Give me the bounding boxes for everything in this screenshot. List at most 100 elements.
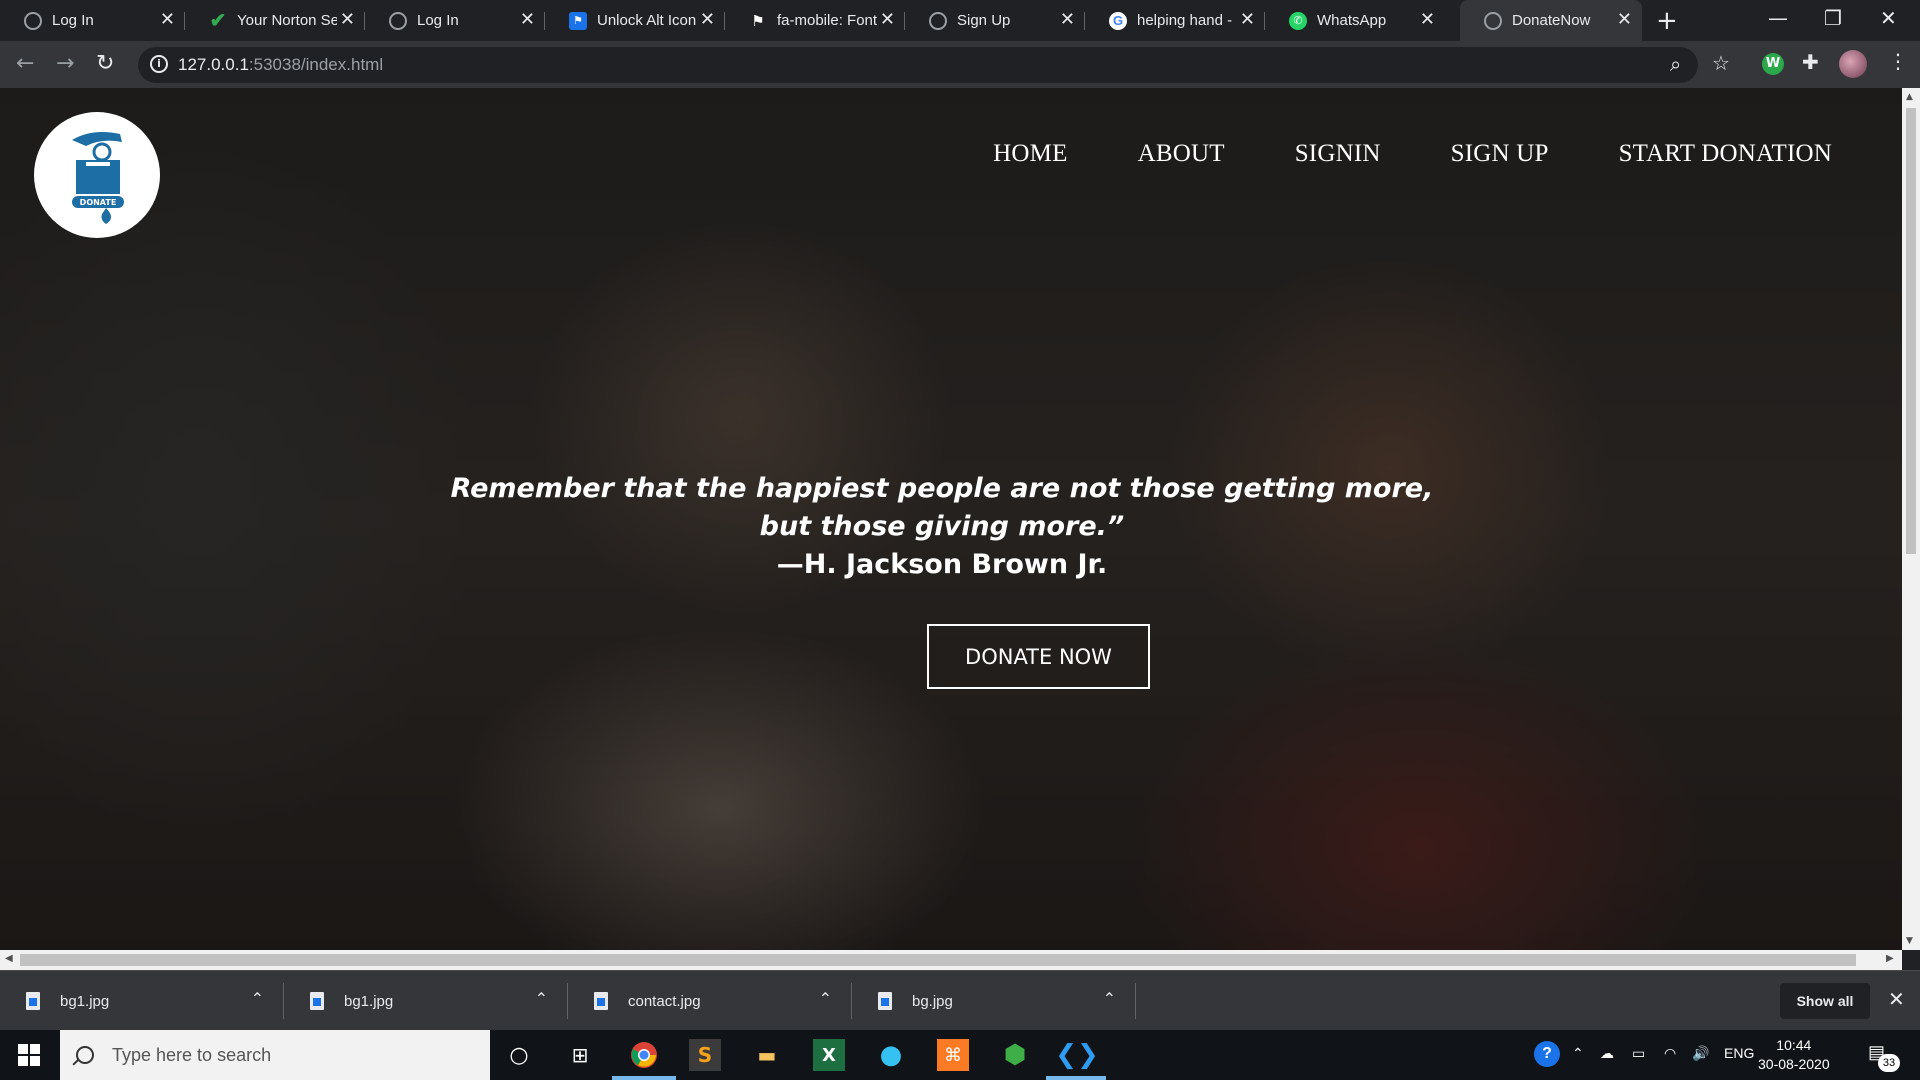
sublime-text-icon[interactable]: S bbox=[689, 1039, 721, 1071]
nav-home[interactable]: HOME bbox=[993, 140, 1067, 168]
system-clock[interactable]: 10:44 30-08-2020 bbox=[1758, 1036, 1830, 1074]
windows-taskbar: Type here to search ○ ⊞ S ▬ X ● ⌘ ⬢ ❮❯ ?… bbox=[0, 1030, 1920, 1080]
nav-sign-up[interactable]: SIGN UP bbox=[1451, 140, 1549, 168]
edge-icon[interactable]: ● bbox=[875, 1039, 907, 1071]
nav-about[interactable]: ABOUT bbox=[1138, 140, 1225, 168]
close-window-icon[interactable]: ✕ bbox=[1880, 6, 1897, 30]
vertical-scrollbar[interactable]: ▲ ▼ bbox=[1902, 88, 1920, 950]
language-indicator[interactable]: ENG bbox=[1724, 1045, 1754, 1061]
scroll-down-icon[interactable]: ▼ bbox=[1906, 936, 1913, 946]
quote-author: —H. Jackson Brown Jr. bbox=[776, 549, 1108, 580]
tab-norton[interactable]: ✔ Your Norton Se ✕ bbox=[185, 0, 365, 41]
close-tab-icon[interactable]: ✕ bbox=[1240, 9, 1255, 30]
vscode-icon[interactable]: ❮❯ bbox=[1055, 1039, 1099, 1071]
close-downloads-icon[interactable]: ✕ bbox=[1888, 987, 1905, 1011]
chevron-up-icon[interactable]: ⌃ bbox=[251, 989, 264, 1009]
chevron-up-icon[interactable]: ⌃ bbox=[819, 989, 832, 1009]
site-logo[interactable]: DONATE bbox=[34, 112, 160, 238]
battery-icon[interactable]: ▭ bbox=[1632, 1045, 1645, 1062]
close-tab-icon[interactable]: ✕ bbox=[700, 9, 715, 30]
close-tab-icon[interactable]: ✕ bbox=[880, 9, 895, 30]
help-icon[interactable]: ? bbox=[1534, 1041, 1560, 1067]
vertical-scroll-thumb[interactable] bbox=[1906, 108, 1916, 554]
flag-icon: ⚑ bbox=[569, 11, 587, 30]
cortana-icon[interactable]: ○ bbox=[503, 1039, 535, 1071]
zoom-icon[interactable]: ⌕ bbox=[1670, 52, 1681, 76]
close-tab-icon[interactable]: ✕ bbox=[160, 9, 175, 30]
url-text[interactable]: 127.0.0.1:53038/index.html bbox=[178, 55, 383, 75]
active-app-indicator bbox=[612, 1076, 676, 1080]
show-all-button[interactable]: Show all bbox=[1780, 983, 1870, 1019]
chevron-up-icon[interactable]: ⌃ bbox=[1103, 989, 1116, 1009]
donate-box-icon: DONATE bbox=[72, 132, 124, 224]
close-tab-icon[interactable]: ✕ bbox=[520, 9, 535, 30]
flag-icon: ⚑ bbox=[751, 12, 765, 30]
page-viewport: DONATE HOME ABOUT SIGNIN SIGN UP START D… bbox=[0, 88, 1902, 950]
tab-sign-up[interactable]: Sign Up ✕ bbox=[905, 0, 1085, 41]
menu-kebab-icon[interactable]: ⋮ bbox=[1888, 49, 1908, 73]
tab-log-in-2[interactable]: Log In ✕ bbox=[365, 0, 545, 41]
quote-line-2: but those giving more.” bbox=[759, 511, 1125, 542]
tab-fa-mobile[interactable]: ⚑ fa-mobile: Font ✕ bbox=[725, 0, 905, 41]
tab-whatsapp[interactable]: ✆ WhatsApp ✕ bbox=[1265, 0, 1445, 41]
nav-start-donation[interactable]: START DONATION bbox=[1619, 140, 1832, 168]
tab-helping-hand[interactable]: G helping hand - ✕ bbox=[1085, 0, 1265, 41]
close-tab-icon[interactable]: ✕ bbox=[1617, 9, 1632, 30]
chevron-up-icon[interactable]: ⌃ bbox=[535, 989, 548, 1009]
nav-signin[interactable]: SIGNIN bbox=[1295, 140, 1381, 168]
profile-avatar[interactable] bbox=[1839, 50, 1867, 78]
scroll-left-icon[interactable]: ◀ bbox=[5, 953, 13, 964]
onedrive-icon[interactable]: ☁ bbox=[1600, 1045, 1614, 1062]
horizontal-scroll-thumb[interactable] bbox=[20, 954, 1856, 966]
download-item[interactable]: bg1.jpg ⌃ bbox=[284, 971, 568, 1031]
reload-icon[interactable]: ↻ bbox=[96, 51, 114, 76]
back-icon[interactable]: ← bbox=[16, 51, 34, 76]
taskbar-search-box[interactable]: Type here to search bbox=[60, 1030, 490, 1080]
new-tab-button[interactable]: + bbox=[1656, 6, 1678, 36]
bookmark-star-icon[interactable]: ☆ bbox=[1712, 51, 1730, 75]
minimize-icon[interactable]: — bbox=[1768, 6, 1788, 30]
nodejs-icon[interactable]: ⬢ bbox=[999, 1039, 1031, 1071]
close-tab-icon[interactable]: ✕ bbox=[340, 9, 355, 30]
chrome-icon[interactable] bbox=[628, 1039, 660, 1071]
tab-strip: Log In ✕ ✔ Your Norton Se ✕ Log In ✕ ⚑ U… bbox=[0, 0, 1920, 41]
globe-icon bbox=[1484, 11, 1502, 30]
chevron-up-icon[interactable]: ⌃ bbox=[1572, 1045, 1584, 1062]
image-file-icon bbox=[878, 992, 892, 1010]
horizontal-scrollbar[interactable]: ◀ ▶ bbox=[0, 950, 1902, 970]
extensions-puzzle-icon[interactable]: ✚ bbox=[1802, 50, 1819, 74]
downloads-bar: bg1.jpg ⌃ bg1.jpg ⌃ contact.jpg ⌃ bg.jpg… bbox=[0, 970, 1920, 1030]
xampp-icon[interactable]: ⌘ bbox=[937, 1039, 969, 1071]
donate-now-button[interactable]: DONATE NOW bbox=[927, 624, 1150, 689]
download-item[interactable]: contact.jpg ⌃ bbox=[568, 971, 852, 1031]
tab-title: Sign Up bbox=[957, 12, 1011, 29]
scroll-up-icon[interactable]: ▲ bbox=[1906, 92, 1913, 102]
download-item[interactable]: bg.jpg ⌃ bbox=[852, 971, 1136, 1031]
address-bar[interactable]: i 127.0.0.1:53038/index.html ⌕ ☆ bbox=[138, 47, 1730, 83]
close-tab-icon[interactable]: ✕ bbox=[1420, 9, 1435, 30]
file-explorer-icon[interactable]: ▬ bbox=[751, 1039, 783, 1071]
extension-icon[interactable]: W bbox=[1762, 53, 1784, 75]
wifi-icon[interactable]: ◠ bbox=[1664, 1045, 1676, 1062]
forward-icon[interactable]: → bbox=[56, 51, 74, 76]
tab-donatenow[interactable]: DonateNow ✕ bbox=[1460, 0, 1642, 41]
restore-icon[interactable]: ❐ bbox=[1824, 6, 1842, 30]
tab-title: DonateNow bbox=[1512, 12, 1591, 29]
scroll-right-icon[interactable]: ▶ bbox=[1886, 953, 1894, 964]
windows-start-icon[interactable] bbox=[18, 1044, 40, 1066]
excel-icon[interactable]: X bbox=[813, 1039, 845, 1071]
image-file-icon bbox=[594, 992, 608, 1010]
tab-title: Log In bbox=[417, 12, 459, 29]
site-info-icon[interactable]: i bbox=[150, 55, 168, 73]
volume-icon[interactable]: 🔊 bbox=[1692, 1045, 1709, 1062]
close-tab-icon[interactable]: ✕ bbox=[1060, 9, 1075, 30]
tab-unlock-alt-icon[interactable]: ⚑ Unlock Alt Icon ✕ bbox=[545, 0, 725, 41]
tab-log-in[interactable]: Log In ✕ bbox=[0, 0, 185, 41]
download-filename: bg1.jpg bbox=[344, 992, 394, 1010]
clock-date: 30-08-2020 bbox=[1758, 1056, 1830, 1072]
task-view-icon[interactable]: ⊞ bbox=[564, 1039, 596, 1071]
download-item[interactable]: bg1.jpg ⌃ bbox=[0, 971, 284, 1031]
google-icon: G bbox=[1109, 11, 1127, 30]
taskbar-search-placeholder: Type here to search bbox=[112, 1044, 272, 1065]
tab-title: Log In bbox=[52, 12, 94, 29]
